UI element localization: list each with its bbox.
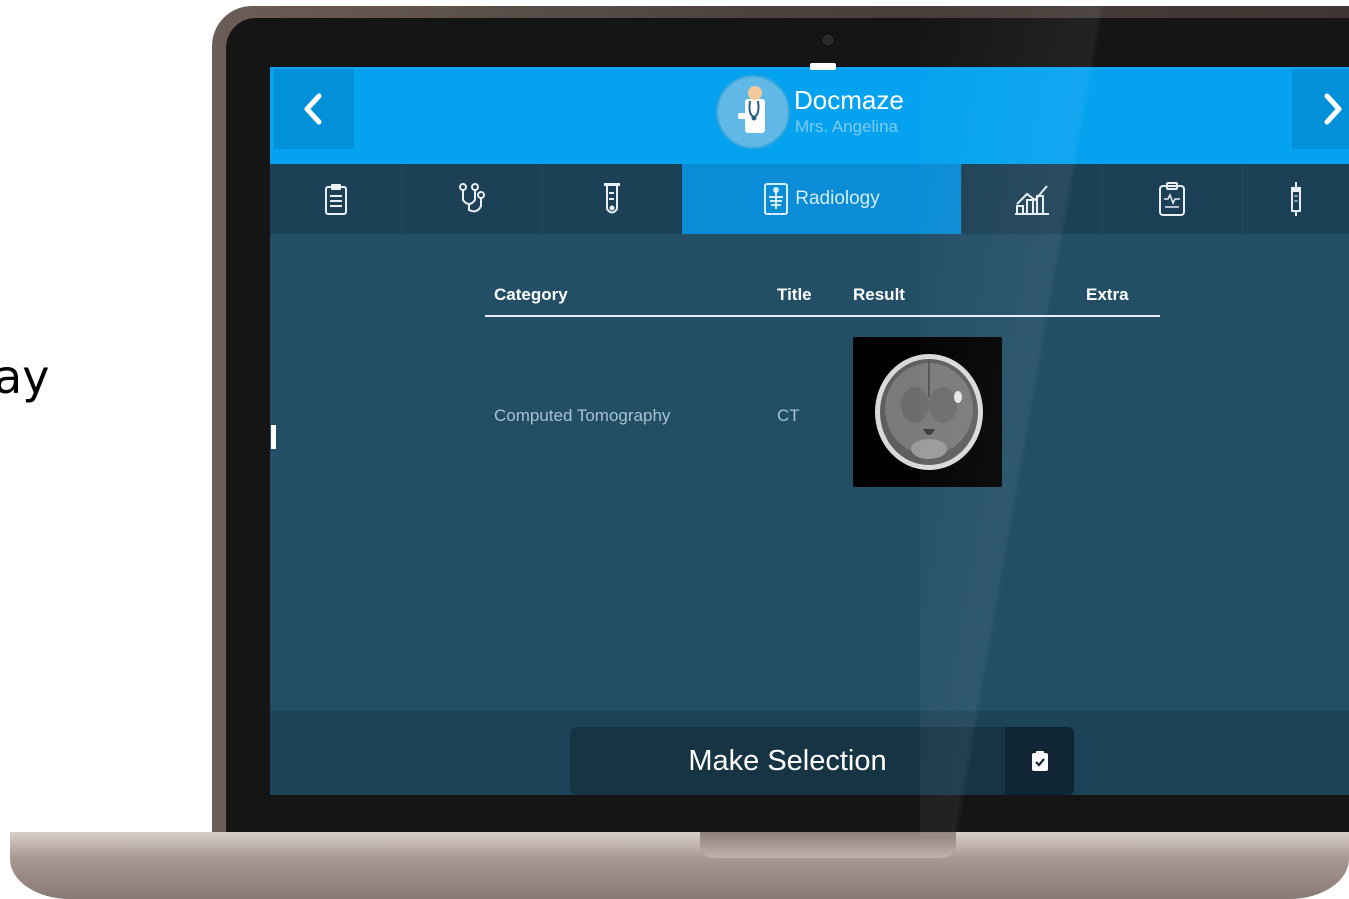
footer-bar: Make Selection — [270, 711, 1349, 795]
x-ray-icon — [764, 183, 789, 215]
app-title: Docmaze — [794, 85, 904, 115]
tab-report[interactable] — [1102, 164, 1243, 234]
laptop-base — [10, 832, 1349, 899]
clipboard-icon — [324, 184, 347, 215]
tab-syringe[interactable] — [1242, 164, 1349, 234]
tab-stethoscope[interactable] — [401, 164, 543, 234]
header-title: Title — [777, 285, 812, 304]
chevron-right-icon — [1324, 93, 1342, 125]
make-selection-label: Make Selection — [688, 744, 887, 777]
test-tube-icon — [604, 183, 620, 214]
tab-bar: Radiology — [270, 164, 1349, 234]
make-selection-button[interactable]: Make Selection — [570, 727, 1074, 795]
header-extra: Extra — [1086, 285, 1129, 304]
chart-icon — [1014, 185, 1049, 215]
tab-radiology-label: Radiology — [795, 188, 880, 209]
laptop-notch — [700, 832, 956, 858]
stethoscope-icon — [458, 183, 485, 213]
app-screen: Docmaze Mrs. Angelina Radiology Category… — [270, 67, 1349, 795]
row-title: CT — [777, 406, 800, 425]
doctor-avatar-icon — [716, 75, 790, 149]
camera-icon — [823, 35, 833, 45]
clipboard-check-icon — [1005, 727, 1074, 795]
tab-lab-test[interactable] — [542, 164, 683, 234]
side-text: ay — [0, 350, 50, 404]
prev-button[interactable] — [274, 69, 354, 149]
report-icon — [1159, 182, 1185, 216]
top-handle — [810, 63, 836, 70]
patient-name: Mrs. Angelina — [795, 117, 898, 136]
header-category: Category — [494, 285, 568, 304]
next-button[interactable] — [1292, 69, 1349, 149]
header-divider — [485, 315, 1160, 317]
tab-statistics[interactable] — [961, 164, 1103, 234]
top-bar: Docmaze Mrs. Angelina — [270, 67, 1349, 164]
tab-clipboard[interactable] — [270, 164, 402, 234]
left-handle — [271, 425, 276, 449]
chevron-left-icon — [304, 93, 322, 125]
row-category: Computed Tomography — [494, 406, 671, 425]
ct-scan-image[interactable] — [853, 337, 1002, 487]
syringe-icon — [1290, 182, 1301, 216]
tab-radiology[interactable]: Radiology — [682, 164, 962, 234]
header-result: Result — [853, 285, 905, 304]
